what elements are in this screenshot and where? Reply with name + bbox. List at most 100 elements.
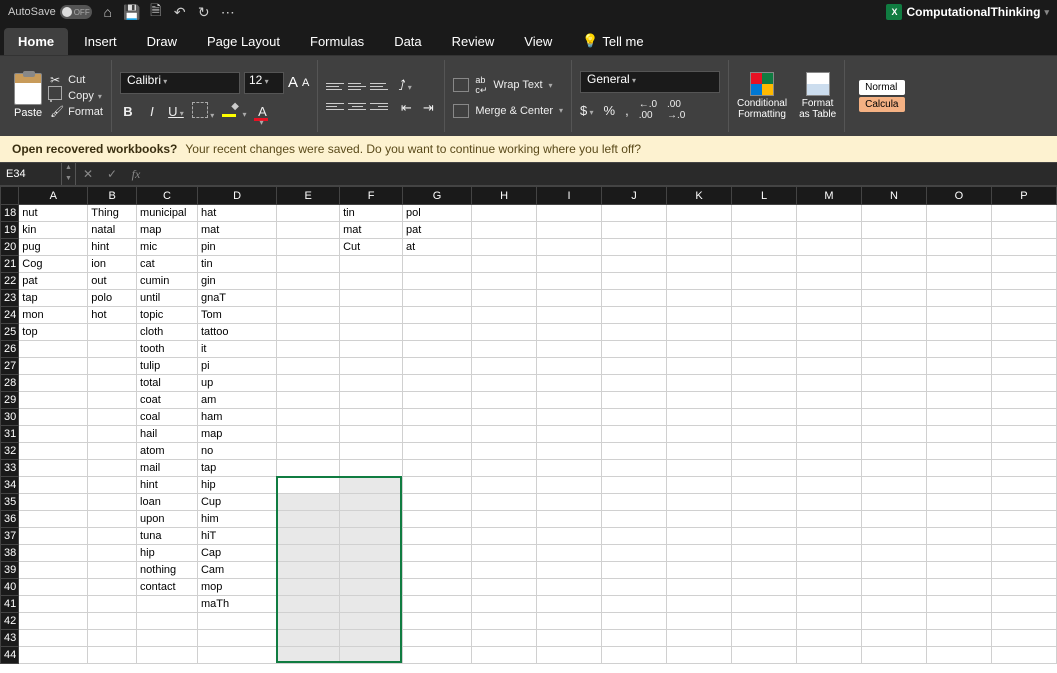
cell-O29[interactable] — [926, 392, 991, 409]
tab-view[interactable]: View — [510, 28, 566, 55]
cell-P25[interactable] — [991, 324, 1056, 341]
cell-H29[interactable] — [472, 392, 537, 409]
cell-J43[interactable] — [602, 630, 667, 647]
cell-M23[interactable] — [797, 290, 862, 307]
cell-A28[interactable] — [19, 375, 88, 392]
cell-N33[interactable] — [861, 460, 926, 477]
cell-K33[interactable] — [667, 460, 732, 477]
cell-N42[interactable] — [861, 613, 926, 630]
cell-C22[interactable]: cumin — [137, 273, 198, 290]
cell-C23[interactable]: until — [137, 290, 198, 307]
cell-M33[interactable] — [797, 460, 862, 477]
cell-K37[interactable] — [667, 528, 732, 545]
cell-J25[interactable] — [602, 324, 667, 341]
cell-D41[interactable]: maTh — [197, 596, 276, 613]
cell-I35[interactable] — [537, 494, 602, 511]
cell-L42[interactable] — [732, 613, 797, 630]
cell-G30[interactable] — [403, 409, 472, 426]
cell-P23[interactable] — [991, 290, 1056, 307]
tab-home[interactable]: Home — [4, 28, 68, 55]
cell-B41[interactable] — [88, 596, 137, 613]
cell-M35[interactable] — [797, 494, 862, 511]
font-name-select[interactable]: Calibri — [120, 72, 240, 94]
cell-B18[interactable]: Thing — [88, 205, 137, 222]
cell-P24[interactable] — [991, 307, 1056, 324]
cell-B24[interactable]: hot — [88, 307, 137, 324]
cell-I33[interactable] — [537, 460, 602, 477]
cell-L20[interactable] — [732, 239, 797, 256]
column-header-F[interactable]: F — [340, 187, 403, 205]
cell-C36[interactable]: upon — [137, 511, 198, 528]
cell-J27[interactable] — [602, 358, 667, 375]
cell-F20[interactable]: Cut — [340, 239, 403, 256]
cell-H28[interactable] — [472, 375, 537, 392]
cell-N35[interactable] — [861, 494, 926, 511]
cell-B34[interactable] — [88, 477, 137, 494]
cell-M30[interactable] — [797, 409, 862, 426]
cell-J32[interactable] — [602, 443, 667, 460]
column-header-D[interactable]: D — [197, 187, 276, 205]
cell-L31[interactable] — [732, 426, 797, 443]
cell-D21[interactable]: tin — [197, 256, 276, 273]
cell-L25[interactable] — [732, 324, 797, 341]
row-header-35[interactable]: 35 — [1, 494, 19, 511]
cell-B43[interactable] — [88, 630, 137, 647]
cell-B32[interactable] — [88, 443, 137, 460]
cell-A21[interactable]: Cog — [19, 256, 88, 273]
cell-F25[interactable] — [340, 324, 403, 341]
row-header-32[interactable]: 32 — [1, 443, 19, 460]
cell-L41[interactable] — [732, 596, 797, 613]
cell-L30[interactable] — [732, 409, 797, 426]
cell-O36[interactable] — [926, 511, 991, 528]
cell-F40[interactable] — [340, 579, 403, 596]
comma-button[interactable]: , — [625, 103, 629, 118]
cell-D24[interactable]: Tom — [197, 307, 276, 324]
cell-L22[interactable] — [732, 273, 797, 290]
cell-L24[interactable] — [732, 307, 797, 324]
cell-J44[interactable] — [602, 647, 667, 664]
cell-P43[interactable] — [991, 630, 1056, 647]
cell-N44[interactable] — [861, 647, 926, 664]
cell-K40[interactable] — [667, 579, 732, 596]
cell-G31[interactable] — [403, 426, 472, 443]
italic-button[interactable]: I — [144, 104, 160, 119]
cell-L39[interactable] — [732, 562, 797, 579]
cell-B19[interactable]: natal — [88, 222, 137, 239]
format-painter-button[interactable]: Format — [50, 105, 103, 119]
cell-K20[interactable] — [667, 239, 732, 256]
cell-F37[interactable] — [340, 528, 403, 545]
cell-F35[interactable] — [340, 494, 403, 511]
merge-center-button[interactable]: Merge & Center — [453, 104, 563, 118]
cell-M39[interactable] — [797, 562, 862, 579]
cell-F33[interactable] — [340, 460, 403, 477]
cell-K35[interactable] — [667, 494, 732, 511]
cell-L44[interactable] — [732, 647, 797, 664]
cell-J26[interactable] — [602, 341, 667, 358]
row-header-34[interactable]: 34 — [1, 477, 19, 494]
cell-O30[interactable] — [926, 409, 991, 426]
cell-M28[interactable] — [797, 375, 862, 392]
cell-I29[interactable] — [537, 392, 602, 409]
cell-O44[interactable] — [926, 647, 991, 664]
decrease-decimal-button[interactable]: .00→.0 — [667, 99, 685, 121]
cell-L36[interactable] — [732, 511, 797, 528]
cell-F44[interactable] — [340, 647, 403, 664]
style-normal-button[interactable]: Normal — [859, 80, 904, 95]
cell-A43[interactable] — [19, 630, 88, 647]
select-all-corner[interactable] — [1, 187, 19, 205]
cell-E22[interactable] — [277, 273, 340, 290]
cell-M24[interactable] — [797, 307, 862, 324]
cell-P36[interactable] — [991, 511, 1056, 528]
cell-P44[interactable] — [991, 647, 1056, 664]
autosave-toggle[interactable]: AutoSave OFF — [8, 5, 92, 19]
cell-C41[interactable] — [137, 596, 198, 613]
cell-E28[interactable] — [277, 375, 340, 392]
column-header-B[interactable]: B — [88, 187, 137, 205]
increase-font-button[interactable]: A — [288, 74, 298, 91]
cell-E41[interactable] — [277, 596, 340, 613]
cell-O37[interactable] — [926, 528, 991, 545]
column-header-C[interactable]: C — [137, 187, 198, 205]
cell-H18[interactable] — [472, 205, 537, 222]
cell-F42[interactable] — [340, 613, 403, 630]
row-header-36[interactable]: 36 — [1, 511, 19, 528]
